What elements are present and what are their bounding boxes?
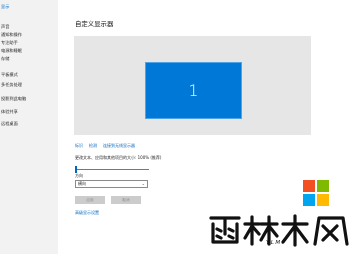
windows-logo-icon [303, 180, 330, 208]
windows-logo-red-tile [303, 180, 315, 192]
orientation-dropdown[interactable]: 横向 ⌄ [75, 180, 148, 188]
orientation-label: 方向 [75, 173, 83, 178]
scale-label: 更改文本、应用和其他项目的大小: 100% (推荐) [75, 155, 162, 160]
sidebar-item-focus-assist[interactable]: 专注助手 [1, 39, 55, 46]
sidebar-item-power[interactable]: 电源和睡眠 [1, 47, 55, 54]
sidebar-item-shared-experiences[interactable]: 体验共享 [1, 108, 55, 115]
scale-slider[interactable] [75, 166, 149, 173]
sidebar-item-projecting[interactable]: 投影到此电脑 [1, 95, 55, 102]
connect-wireless-display-link[interactable]: 连接到无线显示器 [103, 143, 135, 149]
sidebar-item-storage[interactable]: 存储 [1, 55, 55, 62]
page-title: 自定义显示器 [75, 20, 114, 28]
display-arrangement-area: 1 [74, 36, 311, 135]
apply-button[interactable]: 应用 [75, 196, 105, 204]
cancel-button[interactable]: 取消 [111, 196, 141, 204]
advanced-display-settings-link[interactable]: 高级显示设置 [75, 210, 99, 216]
identify-link[interactable]: 标识 [75, 143, 83, 149]
slider-track [75, 169, 149, 170]
orientation-value: 横向 [78, 181, 86, 186]
sidebar-item-sound[interactable]: 声音 [1, 23, 55, 30]
settings-sidebar: 显示 声音 通知和操作 专注助手 电源和睡眠 存储 平板模式 多任务处理 投影到… [0, 0, 58, 254]
monitor-number: 1 [188, 80, 199, 100]
windows-logo-yellow-tile [317, 194, 329, 206]
windows-logo-green-tile [317, 180, 329, 192]
sidebar-item-remote-desktop[interactable]: 远程桌面 [1, 120, 55, 127]
chevron-down-icon: ⌄ [141, 181, 145, 186]
windows-logo-blue-tile [303, 194, 315, 206]
slider-thumb[interactable] [75, 166, 77, 173]
display-actions: 标识 检测 连接到无线显示器 [75, 143, 135, 149]
ylmf-watermark-subtext: YLMF [266, 240, 287, 246]
sidebar-item-multitasking[interactable]: 多任务处理 [1, 81, 55, 88]
sidebar-item-tablet-mode[interactable]: 平板模式 [1, 71, 55, 78]
monitor-tile[interactable]: 1 [145, 62, 242, 119]
sidebar-item-display[interactable]: 显示 [1, 3, 55, 10]
sidebar-item-notifications[interactable]: 通知和操作 [1, 31, 55, 38]
detect-link[interactable]: 检测 [89, 143, 97, 149]
